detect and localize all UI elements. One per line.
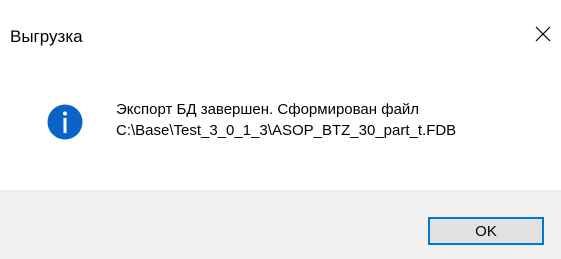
info-icon bbox=[47, 104, 83, 140]
dialog-content: Экспорт БД завершен. Сформирован файл C:… bbox=[0, 68, 561, 190]
message-dialog: Выгрузка Экспорт БД завершен. Сформирова… bbox=[0, 0, 561, 259]
ok-button[interactable]: OK bbox=[428, 217, 544, 245]
message-line-1: Экспорт БД завершен. Сформирован файл bbox=[116, 101, 420, 118]
title-bar: Выгрузка bbox=[0, 0, 561, 68]
message-text: Экспорт БД завершен. Сформирован файл C:… bbox=[116, 99, 456, 141]
close-button[interactable] bbox=[525, 16, 561, 52]
message-line-2: C:\Base\Test_3_0_1_3\ASOP_BTZ_30_part_t.… bbox=[116, 122, 457, 139]
button-bar: OK bbox=[0, 190, 561, 259]
dialog-title: Выгрузка bbox=[10, 27, 83, 46]
close-icon bbox=[535, 26, 551, 42]
